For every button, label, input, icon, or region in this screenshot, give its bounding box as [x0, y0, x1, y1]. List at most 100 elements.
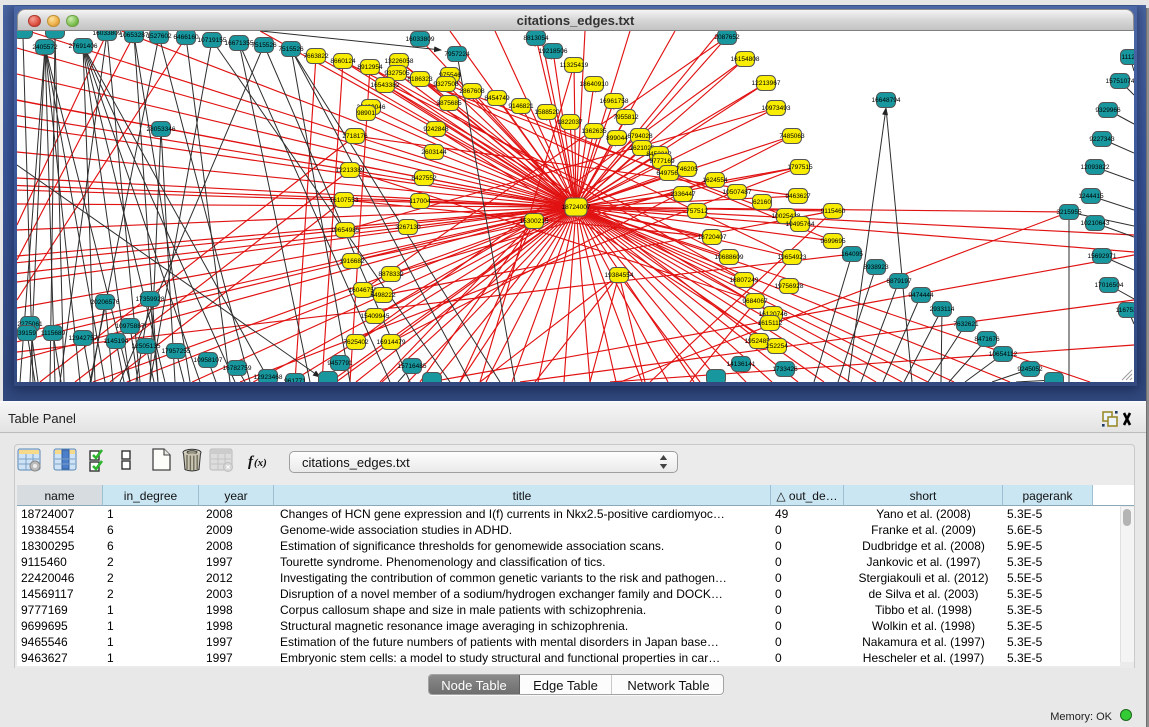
svg-text:7515526: 7515526	[251, 42, 277, 49]
svg-text:1115689: 1115689	[41, 330, 66, 337]
svg-text:9474444: 9474444	[908, 292, 934, 299]
svg-text:16961758: 16961758	[600, 98, 629, 105]
svg-text:16914479: 16914479	[377, 339, 406, 346]
svg-text:9327508: 9327508	[433, 81, 459, 88]
svg-text:10958107: 10958107	[194, 357, 223, 364]
svg-text:15692971: 15692971	[1088, 253, 1117, 260]
svg-text:164095: 164095	[841, 251, 863, 258]
svg-text:15751074: 15751074	[1106, 78, 1134, 85]
svg-text:1145194: 1145194	[104, 338, 129, 345]
svg-text:17957255: 17957255	[162, 348, 191, 355]
svg-text:1244415: 1244415	[1078, 193, 1104, 200]
svg-text:16782759: 16782759	[223, 365, 252, 372]
svg-text:14136141: 14136141	[727, 361, 756, 368]
svg-text:18640910: 18640910	[580, 81, 609, 88]
svg-text:20206576: 20206576	[91, 299, 120, 306]
svg-text:10653287: 10653287	[120, 32, 149, 39]
svg-text:16154808: 16154808	[731, 56, 760, 63]
svg-text:8427552: 8427552	[411, 175, 437, 182]
svg-text:9227343: 9227343	[1089, 136, 1115, 143]
svg-text:17016504: 17016504	[1095, 282, 1124, 289]
svg-text:17359928: 17359928	[136, 296, 165, 303]
svg-text:39159: 39159	[18, 330, 36, 337]
svg-text:9115460: 9115460	[821, 208, 846, 215]
svg-text:1615112: 1615112	[758, 320, 783, 327]
svg-text:6879197: 6879197	[886, 278, 912, 285]
svg-text:16671355: 16671355	[225, 40, 254, 47]
svg-text:10719155: 10719155	[198, 37, 227, 44]
svg-text:1624554: 1624554	[702, 177, 728, 184]
svg-text:16033809: 16033809	[406, 36, 435, 43]
svg-text:19654923: 19654923	[778, 254, 807, 261]
svg-text:10210643: 10210643	[1081, 220, 1110, 227]
svg-text:6466160: 6466160	[173, 34, 199, 41]
svg-text:899044: 899044	[606, 135, 628, 142]
svg-text:12213967: 12213967	[752, 80, 781, 87]
svg-text:1822037: 1822037	[557, 119, 583, 126]
svg-text:13226058: 13226058	[385, 58, 414, 65]
svg-text:8878332: 8878332	[378, 271, 404, 278]
svg-text:7663822: 7663822	[303, 53, 329, 60]
svg-text:6794028: 6794028	[627, 133, 653, 140]
svg-text:9457791: 9457791	[327, 360, 353, 367]
svg-text:98901: 98901	[357, 110, 375, 117]
svg-text:19218506: 19218506	[539, 48, 568, 55]
svg-text:19756928: 19756928	[775, 283, 804, 290]
svg-text:11123: 11123	[1121, 54, 1134, 61]
svg-text:8813054: 8813054	[523, 35, 549, 42]
svg-text:1916682: 1916682	[339, 258, 365, 265]
svg-text:19495764: 19495764	[786, 221, 815, 228]
svg-text:16648794: 16648794	[872, 97, 901, 104]
svg-text:3215955: 3215955	[1056, 209, 1082, 216]
svg-text:19654985: 19654985	[331, 227, 360, 234]
svg-text:9245052: 9245052	[1017, 366, 1043, 373]
svg-text:8186323: 8186323	[407, 76, 433, 83]
svg-text:11325419: 11325419	[560, 62, 589, 69]
svg-text:19384554: 19384554	[605, 272, 634, 279]
svg-text:27691406: 27691406	[69, 43, 98, 50]
svg-text:10973493: 10973493	[762, 105, 791, 112]
svg-text:16033809: 16033809	[93, 31, 122, 37]
svg-text:62160: 62160	[753, 199, 771, 206]
svg-text:9242848: 9242848	[423, 126, 449, 133]
svg-text:8912954: 8912954	[357, 64, 383, 71]
svg-text:18724007: 18724007	[562, 204, 591, 211]
svg-text:8660124: 8660124	[330, 58, 356, 65]
svg-text:15300215: 15300215	[520, 218, 549, 225]
svg-text:2336447: 2336447	[670, 191, 696, 198]
svg-text:10688609: 10688609	[715, 254, 744, 261]
svg-text:2718176: 2718176	[342, 133, 368, 140]
svg-text:10975887: 10975887	[116, 323, 145, 330]
svg-text:18720407: 18720407	[698, 234, 727, 241]
svg-text:9699695: 9699695	[820, 238, 846, 245]
svg-text:1527602: 1527602	[146, 33, 172, 40]
svg-text:1362635: 1362635	[581, 128, 607, 135]
svg-text:1733426: 1733426	[772, 366, 798, 373]
svg-text:28053346: 28053346	[147, 126, 176, 133]
svg-text:3267130: 3267130	[395, 224, 421, 231]
svg-text:7957224: 7957224	[444, 51, 470, 58]
svg-text:9684067: 9684067	[742, 298, 768, 305]
svg-text:9146821: 9146821	[508, 103, 534, 110]
svg-text:2087652: 2087652	[714, 34, 740, 41]
svg-text:10654112: 10654112	[989, 351, 1018, 358]
svg-text:16107553: 16107553	[330, 197, 359, 204]
svg-text:252254: 252254	[766, 343, 788, 350]
svg-text:117004: 117004	[409, 198, 431, 205]
svg-text:8938923: 8938923	[863, 264, 889, 271]
svg-text:9327505: 9327505	[384, 70, 410, 77]
svg-text:7625402: 7625402	[343, 339, 369, 346]
svg-text:5498222: 5498222	[370, 292, 396, 299]
svg-text:7632621: 7632621	[953, 321, 979, 328]
svg-text:8471676: 8471676	[974, 336, 1000, 343]
svg-text:10507487: 10507487	[723, 189, 752, 196]
svg-text:12213389: 12213389	[336, 167, 365, 174]
svg-text:12093822: 12093822	[1081, 164, 1110, 171]
svg-text:961771: 961771	[284, 378, 306, 382]
svg-text:(x): (x)	[254, 457, 267, 469]
svg-text:1588520: 1588520	[534, 109, 560, 116]
svg-text:7515526: 7515526	[278, 46, 304, 53]
svg-text:2603144: 2603144	[421, 149, 447, 156]
svg-text:18807249: 18807249	[730, 277, 759, 284]
svg-text:16543382: 16543382	[371, 82, 400, 89]
